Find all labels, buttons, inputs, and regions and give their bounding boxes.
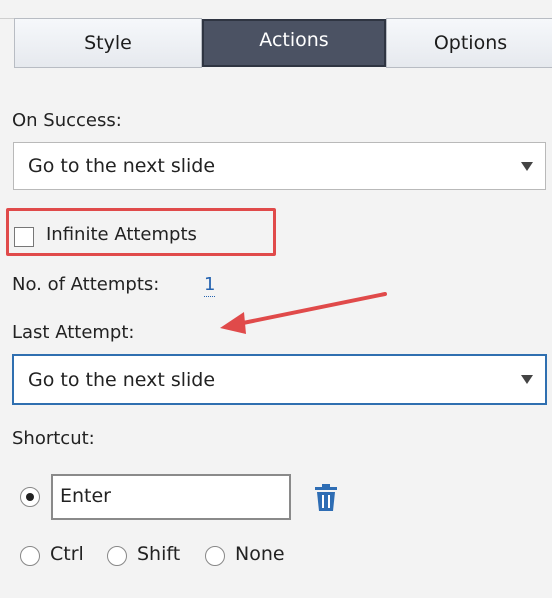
shortcut-shift-radio[interactable]	[107, 546, 127, 566]
tab-options[interactable]: Options	[386, 18, 552, 68]
panel-top-border	[0, 18, 14, 19]
chevron-down-icon	[521, 161, 533, 171]
last-attempt-label: Last Attempt:	[12, 322, 135, 343]
shortcut-input[interactable]: Enter	[51, 474, 291, 520]
chevron-down-icon	[521, 375, 533, 384]
last-attempt-value: Go to the next slide	[28, 368, 216, 391]
arrow-annotation	[220, 292, 387, 334]
shortcut-label: Shortcut:	[12, 428, 95, 449]
tab-style[interactable]: Style	[14, 18, 202, 68]
on-success-value: Go to the next slide	[28, 155, 216, 177]
tab-bar: Style Actions Options	[14, 18, 552, 68]
infinite-attempts-checkbox[interactable]	[14, 227, 34, 247]
shortcut-none-label: None	[235, 543, 285, 565]
on-success-label: On Success:	[12, 110, 122, 131]
trash-icon[interactable]	[313, 484, 339, 512]
last-attempt-dropdown[interactable]: Go to the next slide	[12, 354, 547, 405]
shortcut-none-radio[interactable]	[205, 546, 225, 566]
attempts-label: No. of Attempts:	[12, 274, 160, 295]
infinite-attempts-label: Infinite Attempts	[46, 224, 197, 245]
tab-actions[interactable]: Actions	[202, 19, 386, 67]
shortcut-ctrl-radio[interactable]	[20, 546, 40, 566]
shortcut-custom-radio[interactable]	[20, 487, 40, 507]
shortcut-ctrl-label: Ctrl	[50, 543, 84, 565]
shortcut-shift-label: Shift	[137, 543, 181, 565]
on-success-dropdown[interactable]: Go to the next slide	[13, 142, 546, 190]
